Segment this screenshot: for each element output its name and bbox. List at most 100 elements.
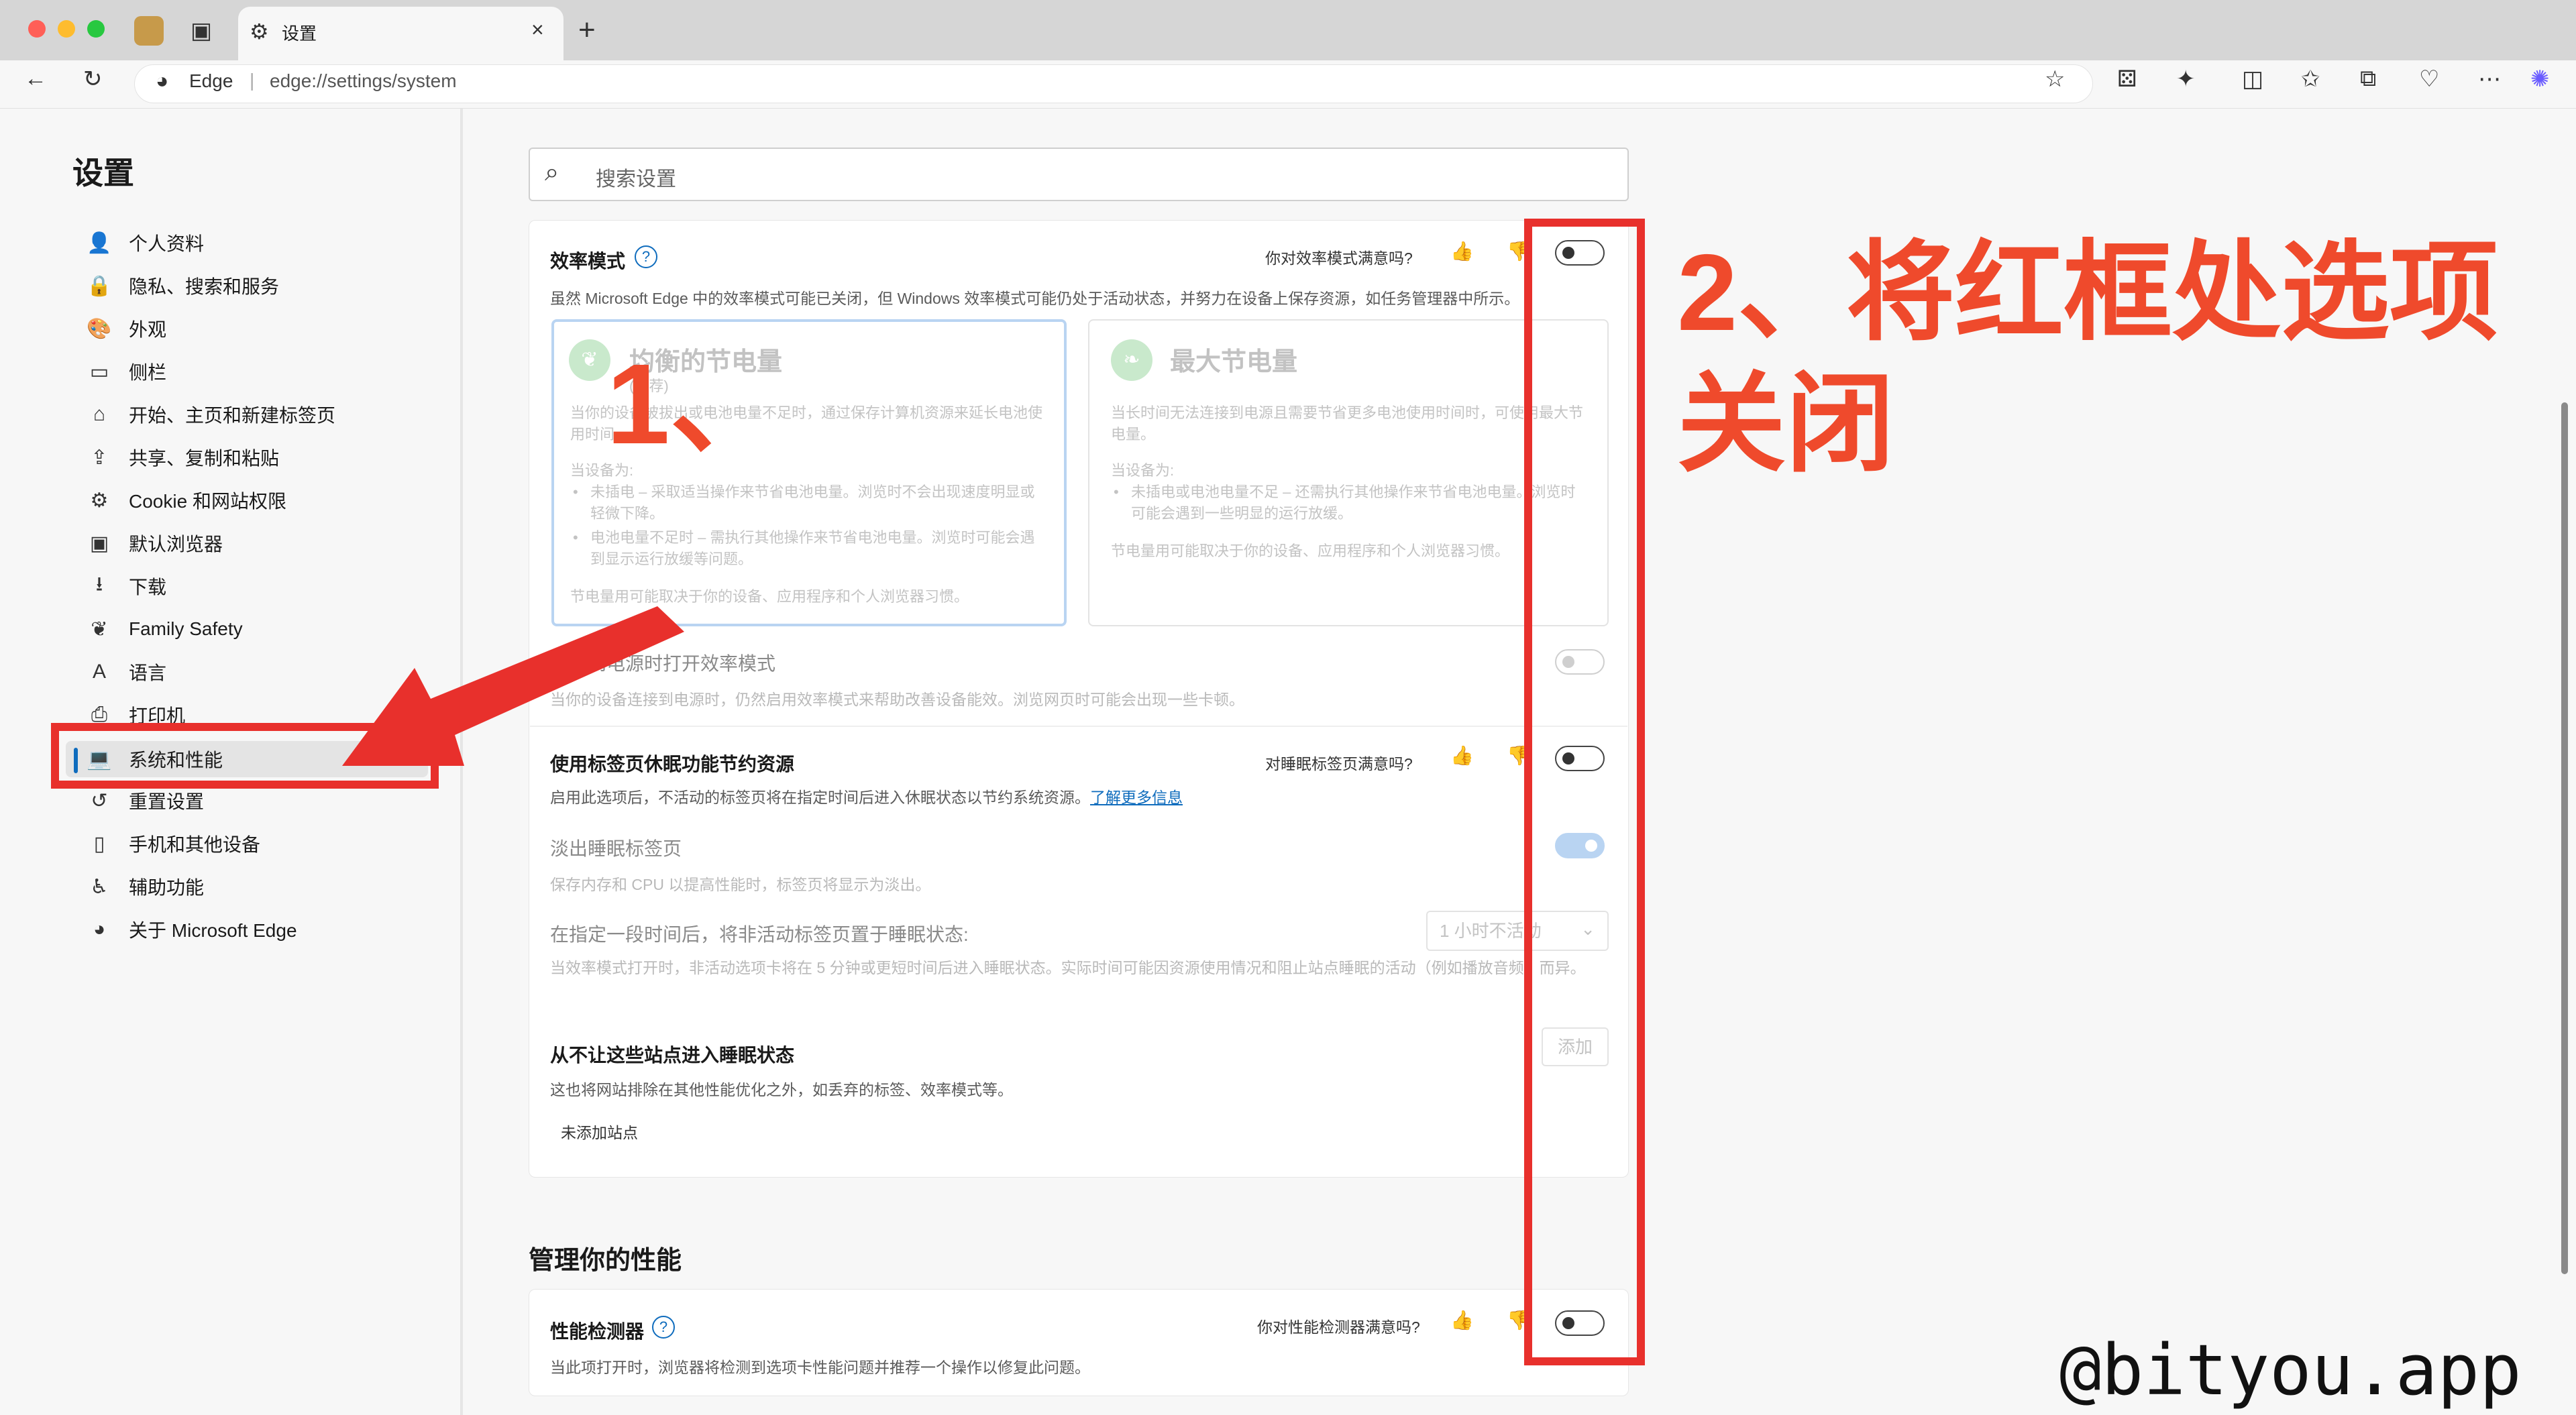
leaf-icon: ❧	[1111, 339, 1152, 381]
sidebar-icon: ▭	[89, 360, 109, 383]
palette-icon: 🎨	[87, 317, 112, 340]
arrow-shape	[342, 606, 684, 766]
sleep-after-desc: 当效率模式打开时，非活动选项卡将在 5 分钟或更短时间后进入睡眠状态。实际时间可…	[550, 959, 1586, 976]
sidebar-item-label: 语言	[129, 663, 167, 683]
tab-actions-icon[interactable]: ▣	[191, 17, 212, 44]
sidebar-title: 设置	[72, 156, 134, 190]
help-icon[interactable]: ?	[652, 1316, 675, 1339]
zoom-window-button[interactable]	[87, 20, 105, 38]
maximum-option-bullet-1: • 未插电或电池电量不足 – 还需执行其他操作来节省电池电量。浏览时可能会遇到一些…	[1111, 482, 1587, 524]
balanced-option-bullet-1: • 未插电 – 采取适当操作来节省电池电量。浏览时不会出现速度明显或轻微下降。	[570, 482, 1048, 524]
favorite-star-icon[interactable]: ☆	[2045, 66, 2065, 93]
address-label: Edge	[189, 70, 233, 91]
maximum-option-title: 最大节电量	[1170, 348, 1298, 376]
search-icon: ⌕	[545, 158, 559, 186]
gear-icon: ⚙	[250, 19, 269, 44]
performance-feedback-question: 你对性能检测器满意吗?	[1257, 1318, 1420, 1336]
lock-icon: 🔒	[87, 274, 112, 297]
thumbs-up-icon[interactable]: 👍	[1450, 1309, 1474, 1331]
sidebar-item-label: 关于 Microsoft Edge	[129, 920, 297, 941]
fade-sleeping-tabs-title: 淡出睡眠标签页	[550, 838, 682, 859]
sidebar-item-privacy[interactable]: 🔒 隐私、搜索和服务	[86, 268, 448, 304]
favorites-icon[interactable]: ✩	[2301, 66, 2320, 93]
thumbs-up-icon[interactable]: 👍	[1450, 744, 1474, 767]
sidebar-item-profile[interactable]: 👤 个人资料	[86, 225, 448, 261]
performance-detector-desc: 当此项打开时，浏览器将检测到选项卡性能问题并推荐一个操作以修复此问题。	[550, 1359, 1090, 1376]
search-input[interactable]	[529, 148, 1629, 201]
refresh-icon[interactable]: ↻	[83, 66, 103, 93]
sidebar-item-share-copy[interactable]: ⇪ 共享、复制和粘贴	[86, 439, 448, 475]
sidebar-item-label: 外观	[129, 319, 167, 340]
sidebar-item-label: 开始、主页和新建标签页	[129, 405, 336, 426]
extensions-icon[interactable]: ✦	[2176, 66, 2196, 93]
no-sites-text: 未添加站点	[561, 1124, 638, 1141]
annotation-step2-line2: 关闭	[1677, 363, 1894, 485]
main-scrollbar[interactable]	[2561, 402, 2568, 1274]
sidebar-item-start-home[interactable]: ⌂ 开始、主页和新建标签页	[86, 396, 448, 433]
phone-icon: ▯	[93, 832, 105, 855]
profile-avatar[interactable]	[134, 16, 164, 46]
share-icon: ⇪	[91, 446, 108, 469]
address-separator: |	[250, 70, 255, 91]
tab-title: 设置	[282, 23, 317, 44]
watermark: @bityou.app	[2059, 1329, 2522, 1411]
minimize-window-button[interactable]	[58, 20, 75, 38]
never-sleep-desc: 这也将网站排除在其他性能优化之外，如丢弃的标签、效率模式等。	[550, 1081, 1013, 1098]
performance-section-title: 管理你的性能	[529, 1247, 682, 1275]
more-menu-icon[interactable]: ⋯	[2478, 66, 2501, 93]
family-icon: ❦	[91, 618, 108, 640]
leaf-icon: ❦	[569, 339, 610, 381]
annotation-arrow	[342, 606, 684, 766]
annotation-red-box-toggles	[1524, 219, 1645, 1365]
split-screen-icon[interactable]: ◫	[2242, 66, 2263, 93]
help-icon[interactable]: ?	[635, 245, 657, 268]
learn-more-link[interactable]: 了解更多信息	[1090, 789, 1183, 806]
divider	[530, 726, 1627, 727]
sidebar-item-label: 辅助功能	[129, 877, 205, 898]
sidebar-item-label: 重置设置	[129, 791, 205, 812]
browser-icon: ▣	[89, 532, 109, 555]
bullet-dot: •	[1114, 484, 1119, 500]
new-tab-button[interactable]: +	[578, 13, 596, 47]
close-window-button[interactable]	[28, 20, 46, 38]
sidebar-item-default-browser[interactable]: ▣ 默认浏览器	[86, 525, 448, 561]
thumbs-up-icon[interactable]: 👍	[1450, 240, 1474, 262]
edge-logo-icon: ◕	[93, 918, 106, 940]
back-icon[interactable]: ←	[24, 66, 47, 92]
sidebar-item-about[interactable]: ◕ 关于 Microsoft Edge	[86, 911, 448, 948]
balanced-option-bullet-2: • 电池电量不足时 – 需执行其他操作来节省电池电量。浏览时可能会遇到显示运行放缓…	[570, 527, 1048, 570]
tab-close-button[interactable]: ×	[531, 17, 544, 42]
home-icon: ⌂	[93, 403, 106, 425]
annotation-step1: 1、	[606, 341, 784, 468]
reset-icon: ↺	[91, 789, 108, 812]
efficiency-title: 效率模式	[550, 251, 626, 272]
sidebar-item-phone[interactable]: ▯ 手机和其他设备	[86, 826, 448, 862]
sleep-after-title: 在指定一段时间后，将非活动标签页置于睡眠状态:	[550, 924, 969, 945]
profile-icon: 👤	[87, 231, 112, 254]
efficiency-description: 虽然 Microsoft Edge 中的效率模式可能已关闭，但 Windows …	[550, 290, 1520, 307]
performance-detector-title: 性能检测器	[550, 1321, 645, 1342]
sidebar-item-cookies[interactable]: ⚙ Cookie 和网站权限	[86, 482, 448, 518]
maximum-option-desc: 当长时间无法连接到电源且需要节省更多电池使用时间时，可使用最大节电量。	[1111, 404, 1584, 443]
sidebar-item-accessibility[interactable]: ♿ 辅助功能	[86, 868, 448, 905]
address-url[interactable]: edge://settings/system	[270, 70, 457, 92]
sidebar-item-label: 共享、复制和粘贴	[129, 448, 280, 469]
language-icon: A	[92, 661, 106, 683]
browser-essentials-icon[interactable]: ♡	[2419, 66, 2439, 93]
maximum-option-list-title: 当设备为:	[1111, 462, 1175, 479]
bullet-dot: •	[573, 484, 578, 500]
cookie-icon: ⚙	[90, 489, 109, 512]
sidebar-item-sidebar[interactable]: ▭ 侧栏	[86, 353, 448, 390]
copilot-icon[interactable]: ✺	[2530, 66, 2550, 93]
efficiency-feedback-question: 你对效率模式满意吗?	[1265, 249, 1413, 267]
download-icon: ⭳	[95, 573, 103, 596]
sidebar-item-label: 下载	[129, 577, 167, 598]
never-sleep-title: 从不让这些站点进入睡眠状态	[550, 1045, 795, 1066]
sidebar-item-label: Cookie 和网站权限	[129, 491, 286, 512]
collections-icon[interactable]: ⧉	[2360, 66, 2376, 92]
performance-card	[529, 1289, 1629, 1396]
sidebar-item-label: Family Safety	[129, 618, 243, 639]
sidebar-item-appearance[interactable]: 🎨 外观	[86, 310, 448, 347]
bullet-dot: •	[573, 529, 578, 546]
extension-dice-icon[interactable]: ⚄	[2117, 66, 2137, 93]
